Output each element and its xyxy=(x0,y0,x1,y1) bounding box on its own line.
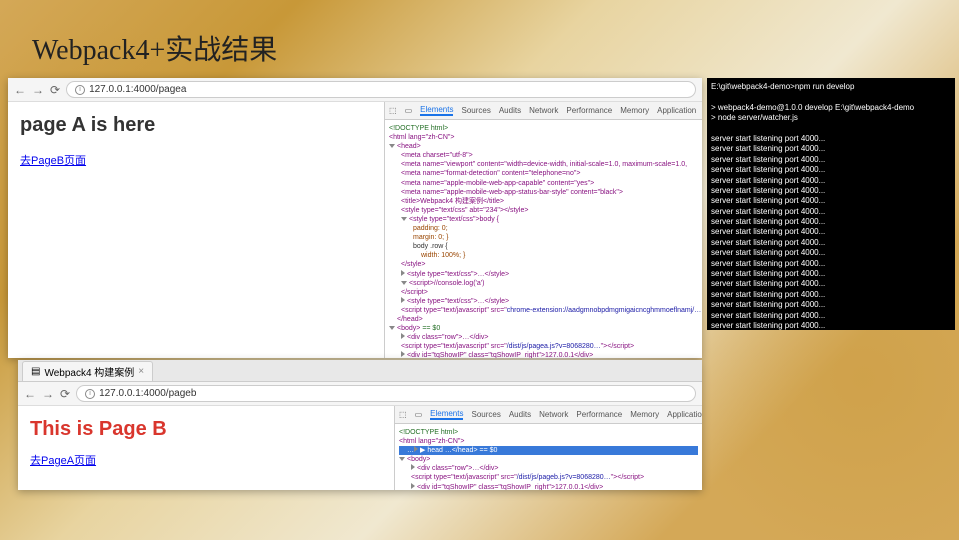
devtools-tabs-a: ⬚ ▭ Elements Sources Audits Network Perf… xyxy=(385,102,702,120)
browser-window-b: ▤ Webpack4 构建案例 × ← → ⟳ i 127.0.0.1:4000… xyxy=(18,360,702,490)
tab-application[interactable]: Application xyxy=(657,106,696,115)
address-bar-b: ← → ⟳ i 127.0.0.1:4000/pageb xyxy=(18,382,702,406)
goto-pagea-link[interactable]: 去PageA页面 xyxy=(30,455,96,467)
tab-sources[interactable]: Sources xyxy=(471,410,500,419)
info-icon[interactable]: i xyxy=(85,389,95,399)
goto-pageb-link[interactable]: 去PageB页面 xyxy=(20,155,86,167)
url-input-a[interactable]: i 127.0.0.1:4000/pagea xyxy=(66,81,696,98)
terminal-line: server start listening port 4000... xyxy=(711,290,951,300)
terminal-line: server start listening port 4000... xyxy=(711,186,951,196)
terminal-line: server start listening port 4000... xyxy=(711,279,951,289)
terminal-line: server start listening port 4000... xyxy=(711,227,951,237)
terminal-line xyxy=(711,124,951,134)
tab-title: Webpack4 构建案例 xyxy=(44,364,134,379)
tab-memory[interactable]: Memory xyxy=(620,106,649,115)
device-icon[interactable]: ▭ xyxy=(405,106,413,115)
tab-memory[interactable]: Memory xyxy=(630,410,659,419)
terminal-line: server start listening port 4000... xyxy=(711,155,951,165)
tab-close-icon[interactable]: × xyxy=(138,366,144,377)
forward-button[interactable]: → xyxy=(32,83,44,97)
terminal-line: server start listening port 4000... xyxy=(711,269,951,279)
devtools-html-a[interactable]: <!DOCTYPE html> <html lang="zh-CN"> <hea… xyxy=(385,120,702,358)
url-text: 127.0.0.1:4000/pagea xyxy=(89,84,186,95)
tab-elements[interactable]: Elements xyxy=(420,105,453,116)
back-button[interactable]: ← xyxy=(24,387,36,401)
terminal-line: server start listening port 4000... xyxy=(711,196,951,206)
terminal-line: server start listening port 4000... xyxy=(711,259,951,269)
devtools-b: ⬚ ▭ Elements Sources Audits Network Perf… xyxy=(394,406,702,490)
slide-title: Webpack4+实战结果 xyxy=(32,28,277,68)
forward-button[interactable]: → xyxy=(42,387,54,401)
terminal-line: server start listening port 4000... xyxy=(711,144,951,154)
tab-network[interactable]: Network xyxy=(539,410,568,419)
tab-elements[interactable]: Elements xyxy=(430,409,463,420)
reload-button[interactable]: ⟳ xyxy=(50,83,60,97)
back-button[interactable]: ← xyxy=(14,83,26,97)
terminal-window[interactable]: E:\git\webpack4-demo>npm run develop > w… xyxy=(707,78,955,330)
terminal-line: server start listening port 4000... xyxy=(711,311,951,321)
terminal-line: server start listening port 4000... xyxy=(711,165,951,175)
terminal-line: > node server/watcher.js xyxy=(711,113,951,123)
info-icon[interactable]: i xyxy=(75,85,85,95)
tab-performance[interactable]: Performance xyxy=(566,106,612,115)
terminal-prompt: E:\git\webpack4-demo>npm run develop xyxy=(711,82,951,92)
devtools-a: ⬚ ▭ Elements Sources Audits Network Perf… xyxy=(384,102,702,358)
terminal-line: server start listening port 4000... xyxy=(711,238,951,248)
tab-network[interactable]: Network xyxy=(529,106,558,115)
browser-window-a: ← → ⟳ i 127.0.0.1:4000/pagea page A is h… xyxy=(8,78,702,358)
terminal-line xyxy=(711,92,951,102)
terminal-line: server start listening port 4000... xyxy=(711,207,951,217)
terminal-line: server start listening port 4000... xyxy=(711,134,951,144)
terminal-line: server start listening port 4000... xyxy=(711,300,951,310)
address-bar-a: ← → ⟳ i 127.0.0.1:4000/pagea xyxy=(8,78,702,102)
tab-audits[interactable]: Audits xyxy=(499,106,521,115)
tab-audits[interactable]: Audits xyxy=(509,410,531,419)
tab-favicon: ▤ xyxy=(31,366,40,377)
terminal-line: server start listening port 4000... xyxy=(711,321,951,330)
url-text: 127.0.0.1:4000/pageb xyxy=(99,388,196,399)
tab-bar-b: ▤ Webpack4 构建案例 × xyxy=(18,360,702,382)
device-icon[interactable]: ▭ xyxy=(415,410,423,419)
tab-sources[interactable]: Sources xyxy=(461,106,490,115)
terminal-line: server start listening port 4000... xyxy=(711,217,951,227)
devtools-tabs-b: ⬚ ▭ Elements Sources Audits Network Perf… xyxy=(395,406,702,424)
page-a-content: page A is here 去PageB页面 xyxy=(8,102,384,358)
tab-application[interactable]: Application xyxy=(667,410,702,419)
page-a-heading: page A is here xyxy=(20,114,372,137)
tab-performance[interactable]: Performance xyxy=(576,410,622,419)
url-input-b[interactable]: i 127.0.0.1:4000/pageb xyxy=(76,385,696,402)
terminal-line: server start listening port 4000... xyxy=(711,248,951,258)
inspect-icon[interactable]: ⬚ xyxy=(399,410,407,419)
devtools-html-b[interactable]: <!DOCTYPE html> <html lang="zh-CN"> …▶ h… xyxy=(395,424,702,490)
terminal-line: server start listening port 4000... xyxy=(711,176,951,186)
page-b-heading: This is Page B xyxy=(30,418,382,441)
inspect-icon[interactable]: ⬚ xyxy=(389,106,397,115)
reload-button[interactable]: ⟳ xyxy=(60,387,70,401)
terminal-line: > webpack4-demo@1.0.0 develop E:\git\web… xyxy=(711,103,951,113)
page-b-content: This is Page B 去PageA页面 xyxy=(18,406,394,490)
browser-tab-b[interactable]: ▤ Webpack4 构建案例 × xyxy=(22,361,153,381)
